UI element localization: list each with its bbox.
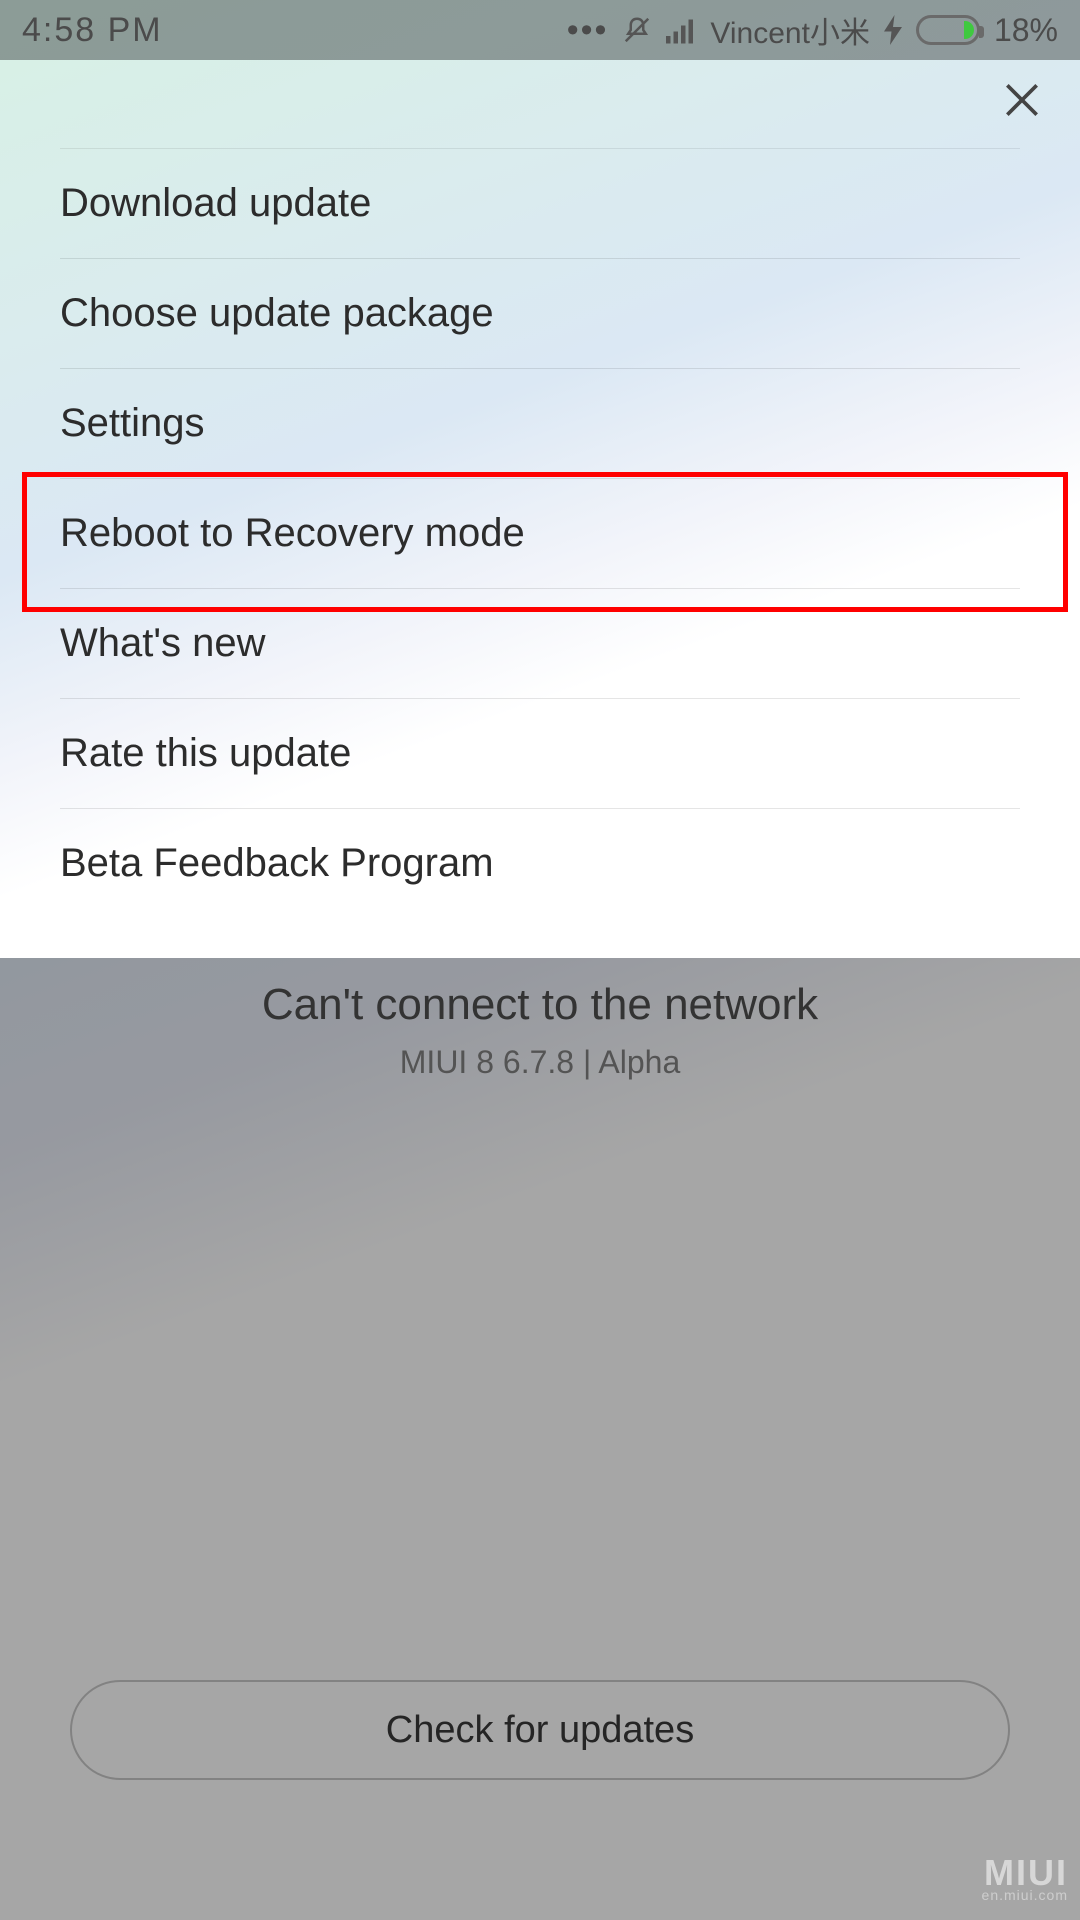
- menu-item-download-update[interactable]: Download update: [60, 148, 1020, 258]
- status-bar: 4:58 PM ••• Vincent小米 18%: [0, 0, 1080, 60]
- battery-percent: 18%: [994, 12, 1058, 49]
- menu-item-label: What's new: [60, 621, 266, 666]
- close-icon[interactable]: [1000, 78, 1044, 131]
- menu-item-label: Beta Feedback Program: [60, 841, 494, 886]
- carrier-label: Vincent小米: [710, 8, 870, 52]
- menu-item-label: Settings: [60, 401, 205, 446]
- menu-item-label: Reboot to Recovery mode: [60, 511, 525, 556]
- charging-icon: [884, 15, 902, 45]
- menu-item-beta-feedback[interactable]: Beta Feedback Program: [60, 808, 1020, 918]
- options-menu-sheet: Download update Choose update package Se…: [0, 60, 1080, 958]
- menu-item-label: Choose update package: [60, 291, 494, 336]
- menu-item-whats-new[interactable]: What's new: [60, 588, 1020, 698]
- status-time: 4:58 PM: [22, 11, 163, 50]
- signal-icon: [666, 16, 696, 44]
- mute-icon: [622, 15, 652, 45]
- menu-item-choose-package[interactable]: Choose update package: [60, 258, 1020, 368]
- menu-item-settings[interactable]: Settings: [60, 368, 1020, 478]
- watermark: MIUI en.miui.com: [982, 1857, 1068, 1902]
- menu-item-label: Download update: [60, 181, 371, 226]
- menu-item-label: Rate this update: [60, 731, 351, 776]
- menu-header: [0, 60, 1080, 148]
- menu-item-reboot-recovery[interactable]: Reboot to Recovery mode: [60, 478, 1020, 588]
- menu-item-rate-update[interactable]: Rate this update: [60, 698, 1020, 808]
- battery-icon: [916, 15, 980, 45]
- more-icon: •••: [567, 13, 609, 47]
- menu-list: Download update Choose update package Se…: [0, 148, 1080, 918]
